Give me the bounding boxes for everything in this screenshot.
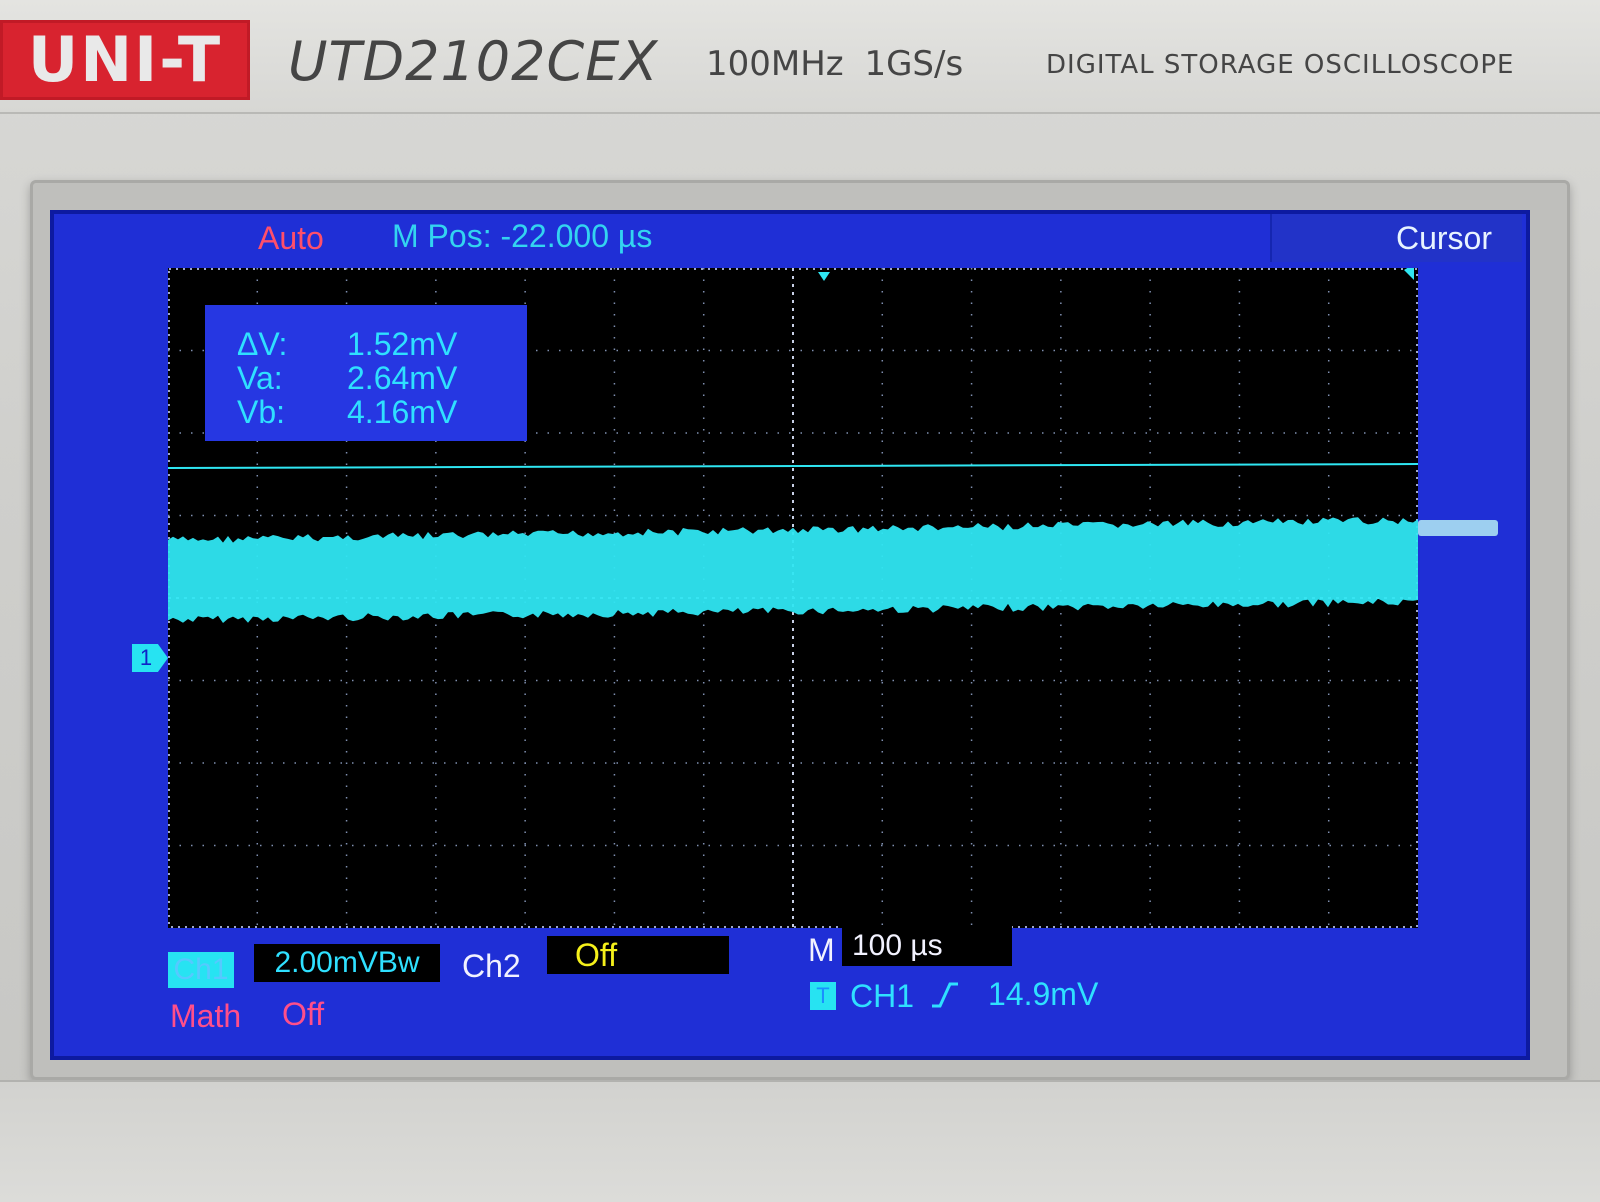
ch2-status: Off [547, 936, 729, 974]
trigger-level-marker [1404, 268, 1414, 280]
rising-edge-icon [932, 982, 958, 1008]
cursor-readout-panel: ΔV: 1.52mV Va: 2.64mV Vb: 4.16mV [205, 305, 527, 441]
trigger-indicator: T [810, 982, 836, 1010]
trigger-mode: Auto [258, 220, 324, 256]
cursor-line [168, 463, 1418, 469]
cursor-b-value: 4.16mV [347, 394, 458, 430]
timebase-value: 100 µs [842, 926, 1012, 966]
cursor-b-row: Vb: 4.16mV [237, 395, 527, 429]
trace-edge-glow [1418, 520, 1498, 536]
ch2-channel-label[interactable]: Ch2 [462, 948, 521, 985]
trigger-source: CH1 [850, 978, 915, 1014]
cursor-menu-tab[interactable]: Cursor [1270, 214, 1522, 262]
front-panel [0, 1080, 1600, 1202]
math-channel-label[interactable]: Math [170, 998, 241, 1035]
cursor-delta-value: 1.52mV [347, 326, 458, 362]
ch1-waveform-trace [168, 517, 1418, 623]
model-spec: 100MHz 1GS/s [706, 44, 964, 84]
timebase-label: M [808, 932, 835, 968]
brand-logo: UNI-T [0, 20, 250, 100]
cursor-delta-label: ΔV: [237, 326, 288, 362]
cursor-b-label: Vb: [237, 394, 286, 430]
horizontal-position: M Pos: -22.000 µs [392, 218, 653, 254]
trigger-position-marker [818, 272, 830, 281]
trigger-level: 14.9mV [988, 976, 1099, 1012]
ch1-ground-marker[interactable]: 1 [132, 644, 168, 672]
cursor-a-value: 2.64mV [347, 360, 458, 396]
cursor-a-row: Va: 2.64mV [237, 361, 527, 395]
cursor-delta-row: ΔV: 1.52mV [237, 327, 527, 361]
device-type-label: DIGITAL STORAGE OSCILLOSCOPE [1046, 50, 1515, 80]
math-status: Off [282, 996, 325, 1032]
model-name: UTD2102CEX [288, 30, 659, 93]
cursor-a-label: Va: [237, 360, 283, 396]
status-bar: Auto M Pos: -22.000 µs Cursor [50, 210, 1530, 268]
oscilloscope-display: Auto M Pos: -22.000 µs Cursor ΔV: 1.52mV… [50, 210, 1530, 1060]
ch1-volts-div: 2.00mVBw [254, 944, 440, 982]
ch1-channel-label[interactable]: Ch1 [168, 952, 234, 988]
instrument-header: UNI-T UTD2102CEX 100MHz 1GS/s DIGITAL ST… [0, 0, 1600, 114]
